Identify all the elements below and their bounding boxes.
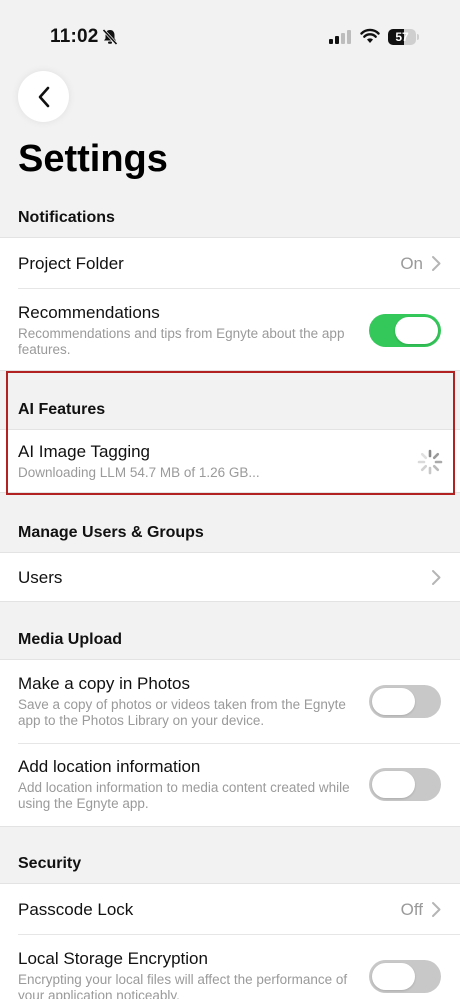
recommendations-row: Recommendations Recommendations and tips… (0, 289, 460, 371)
passcode-lock-label: Passcode Lock (18, 900, 134, 919)
status-time: 11:02 (50, 26, 99, 47)
local-storage-encryption-label: Local Storage Encryption (18, 949, 208, 968)
copy-in-photos-row: Make a copy in Photos Save a copy of pho… (0, 660, 460, 743)
passcode-lock-row[interactable]: Passcode Lock Off (0, 884, 460, 934)
cellular-signal-icon (329, 30, 351, 44)
battery-indicator: 57 (388, 29, 419, 45)
page-title: Settings (18, 138, 168, 180)
recommendations-description: Recommendations and tips from Egnyte abo… (18, 326, 345, 357)
chevron-right-icon (432, 902, 441, 917)
notifications-group: Project Folder On Recommendations Recomm… (0, 237, 460, 371)
ai-image-tagging-row[interactable]: AI Image Tagging Downloading LLM 54.7 MB… (0, 430, 460, 492)
ai-features-group: AI Image Tagging Downloading LLM 54.7 MB… (0, 429, 460, 493)
location-info-row: Add location information Add location in… (0, 744, 460, 826)
status-bar: 11:02 57 (0, 0, 460, 70)
media-upload-group: Make a copy in Photos Save a copy of pho… (0, 659, 460, 827)
location-info-description: Add location information to media conten… (18, 780, 350, 811)
copy-in-photos-label: Make a copy in Photos (18, 674, 190, 693)
section-header-ai-features: AI Features (18, 401, 106, 418)
chevron-right-icon (432, 570, 441, 585)
recommendations-label: Recommendations (18, 303, 160, 322)
project-folder-row[interactable]: Project Folder On (0, 238, 460, 288)
location-info-toggle[interactable] (369, 768, 441, 801)
recommendations-toggle[interactable] (369, 314, 441, 347)
loading-spinner-icon (417, 449, 443, 475)
security-group: Passcode Lock Off Local Storage Encrypti… (0, 883, 460, 999)
users-row[interactable]: Users (0, 553, 460, 601)
copy-in-photos-toggle[interactable] (369, 685, 441, 718)
section-header-manage-users: Manage Users & Groups (18, 524, 204, 541)
section-header-security: Security (18, 855, 82, 872)
copy-in-photos-description: Save a copy of photos or videos taken fr… (18, 697, 346, 728)
chevron-right-icon (432, 256, 441, 271)
ai-image-tagging-label: AI Image Tagging (18, 442, 150, 461)
location-info-label: Add location information (18, 757, 201, 776)
wifi-icon (360, 28, 380, 43)
back-button[interactable] (18, 71, 69, 122)
local-storage-encryption-toggle[interactable] (369, 960, 441, 993)
section-header-notifications: Notifications (18, 209, 115, 226)
chevron-left-icon (38, 86, 49, 107)
passcode-lock-value: Off (400, 900, 423, 919)
battery-percentage: 57 (395, 30, 409, 44)
section-header-media-upload: Media Upload (18, 631, 123, 648)
project-folder-value: On (400, 254, 423, 273)
users-label: Users (18, 568, 63, 587)
local-storage-encryption-description: Encrypting your local files will affect … (18, 972, 348, 999)
local-storage-encryption-row: Local Storage Encryption Encrypting your… (0, 935, 460, 999)
manage-users-group: Users (0, 552, 460, 602)
project-folder-label: Project Folder (18, 254, 124, 273)
ai-image-tagging-status: Downloading LLM 54.7 MB of 1.26 GB... (18, 465, 260, 480)
bell-slash-icon (102, 28, 118, 46)
